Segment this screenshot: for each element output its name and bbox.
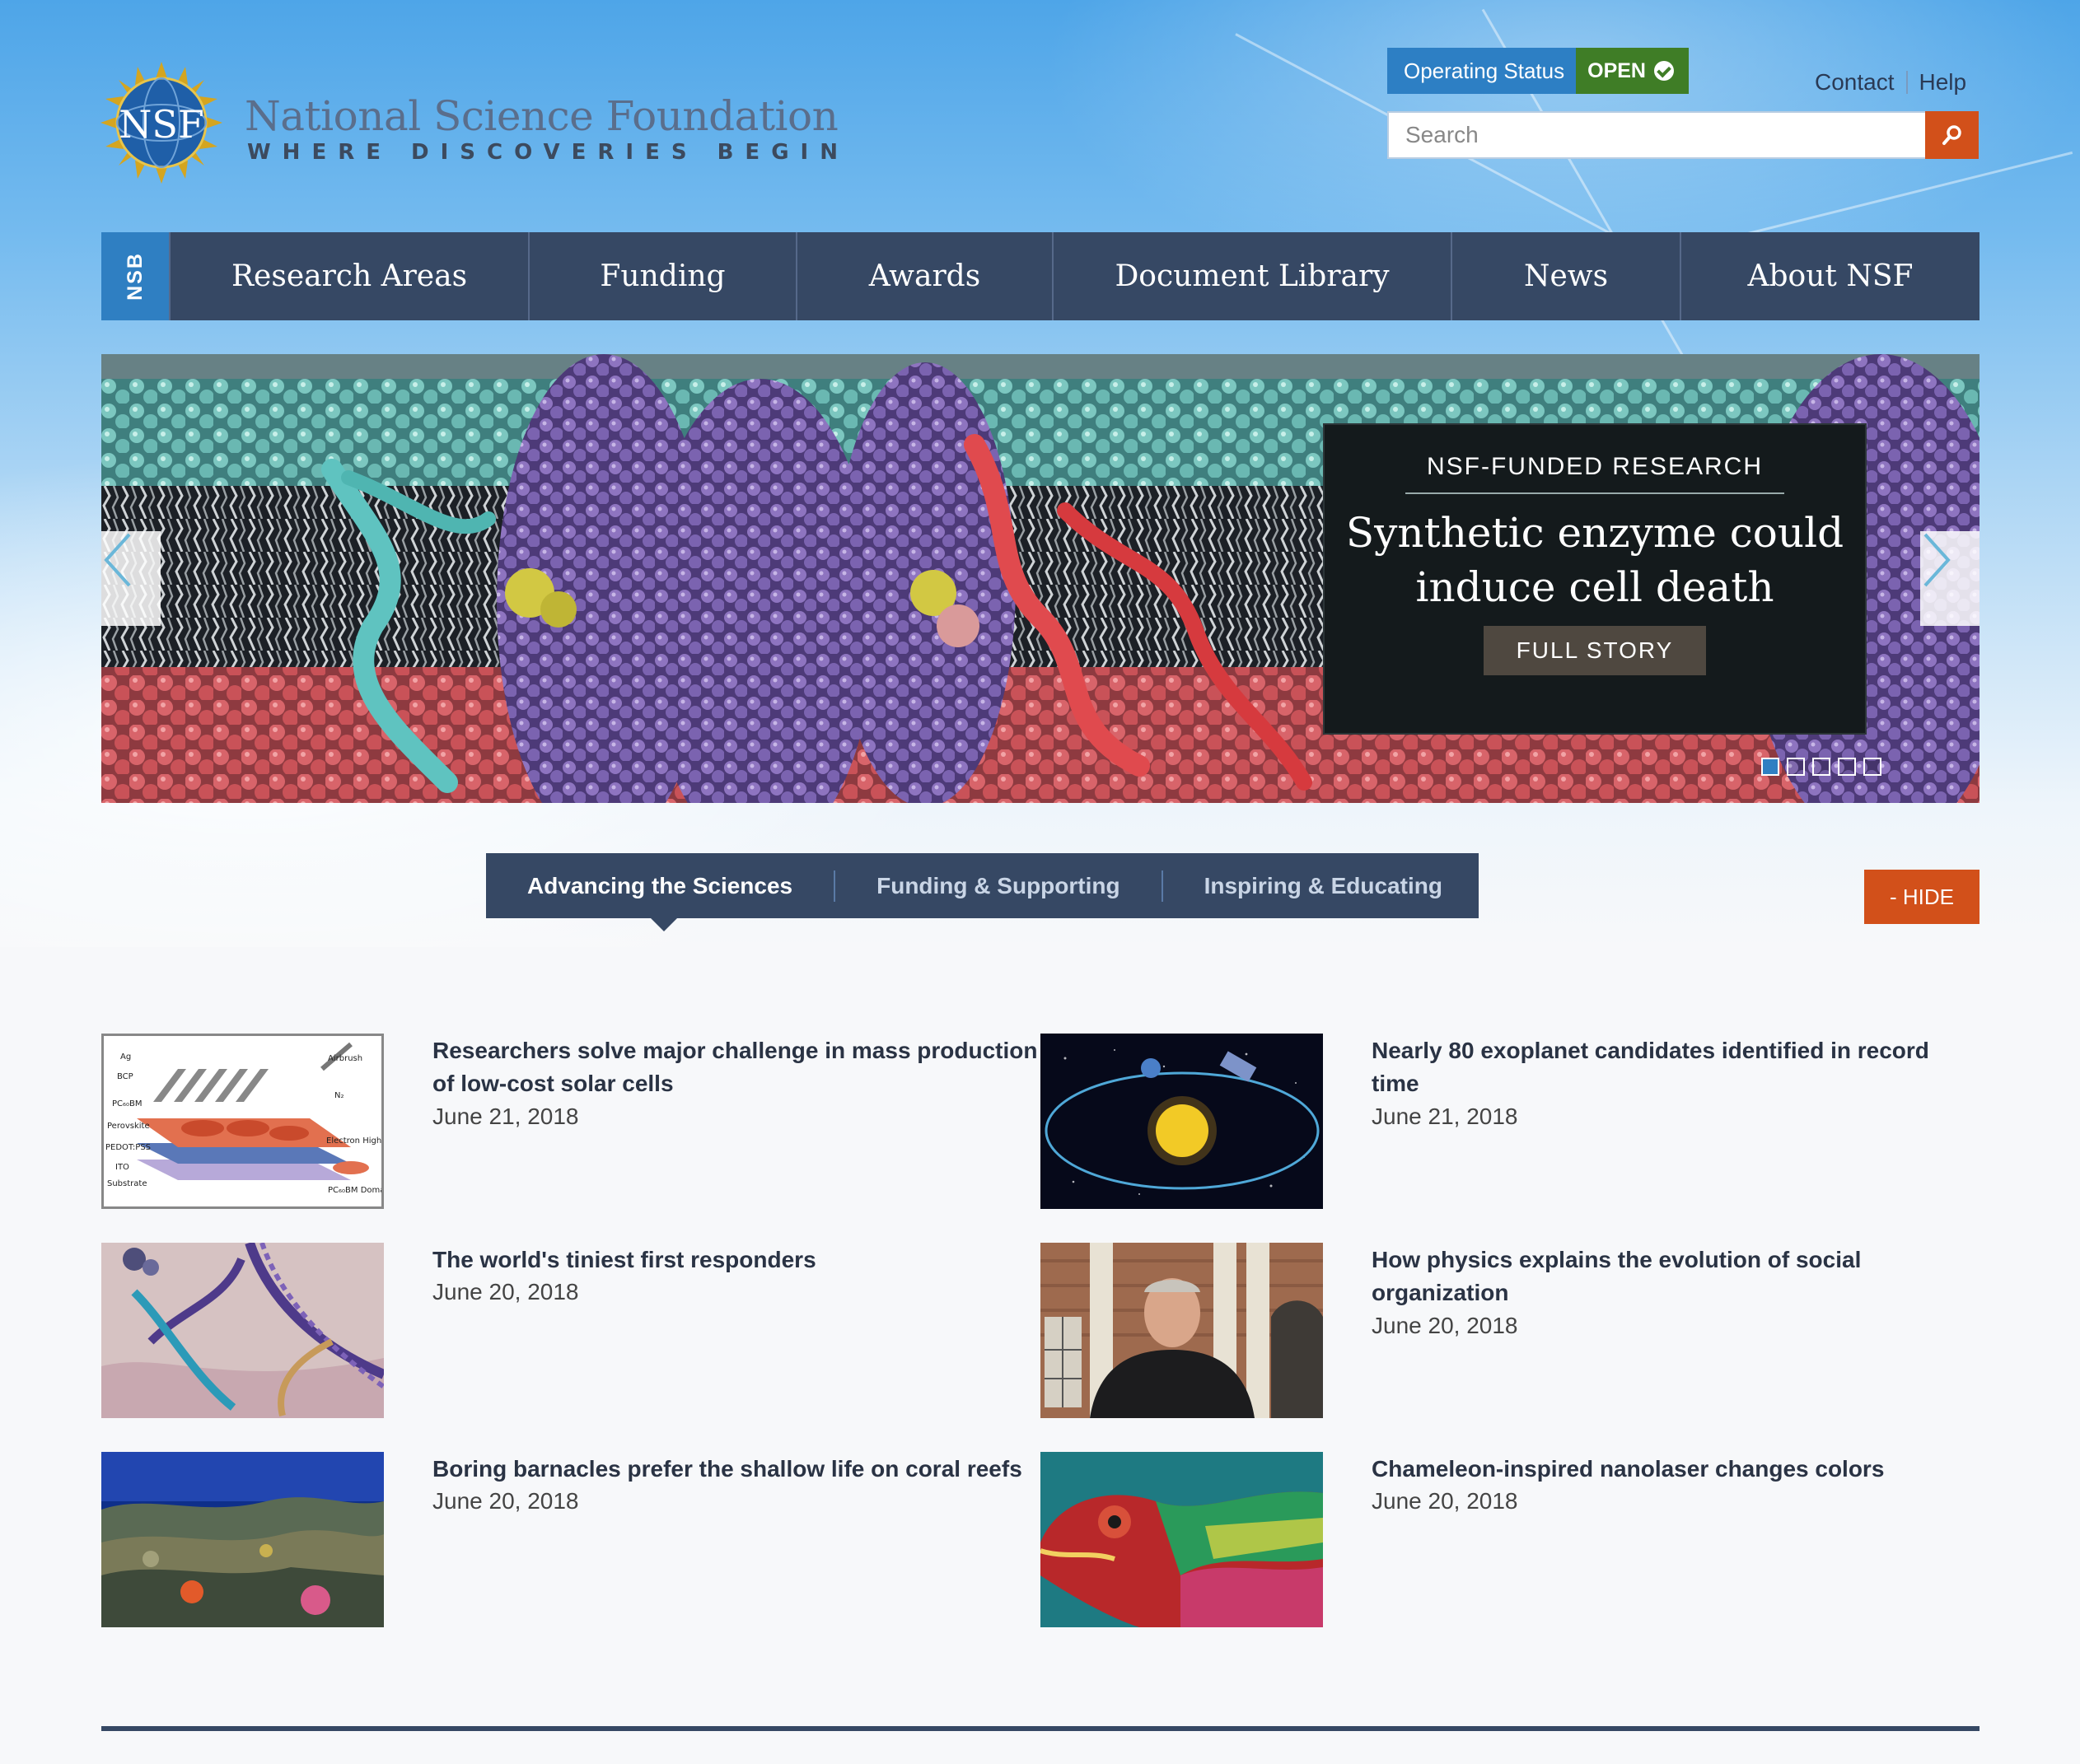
news-date: June 20, 2018 bbox=[1372, 1488, 1518, 1514]
carousel-prev-button[interactable] bbox=[101, 531, 161, 626]
chevron-right-icon bbox=[1923, 533, 1951, 587]
tab-funding-supporting[interactable]: Funding & Supporting bbox=[834, 870, 1161, 902]
svg-text:Substrate: Substrate bbox=[107, 1179, 147, 1188]
hero-carousel[interactable]: NSF-FUNDED RESEARCH Synthetic enzyme cou… bbox=[101, 354, 1980, 803]
operating-status[interactable]: Operating Status OPEN bbox=[1387, 48, 1689, 94]
news-title[interactable]: Nearly 80 exoplanet candidates identifie… bbox=[1372, 1034, 1981, 1100]
news-date: June 20, 2018 bbox=[432, 1279, 579, 1304]
svg-text:PC₆₀BM: PC₆₀BM bbox=[112, 1099, 143, 1108]
search-button[interactable] bbox=[1925, 111, 1979, 159]
svg-text:BCP: BCP bbox=[117, 1072, 133, 1081]
news-thumbnail-first-responders[interactable] bbox=[101, 1243, 384, 1418]
nav-awards[interactable]: Awards bbox=[796, 232, 1052, 320]
nav-news[interactable]: News bbox=[1451, 232, 1680, 320]
utility-links: Contact Help bbox=[1815, 69, 1966, 96]
chevron-left-icon bbox=[104, 533, 131, 587]
news-thumbnail-social-organization[interactable] bbox=[1040, 1243, 1323, 1418]
svg-text:Ag: Ag bbox=[120, 1052, 131, 1062]
news-title[interactable]: Chameleon-inspired nanolaser changes col… bbox=[1372, 1453, 1981, 1486]
news-title[interactable]: How physics explains the evolution of so… bbox=[1372, 1244, 1981, 1309]
hero-story-card: NSF-FUNDED RESEARCH Synthetic enzyme cou… bbox=[1323, 423, 1867, 735]
news-thumbnail-coral-reefs[interactable] bbox=[101, 1452, 384, 1627]
nsb-tab[interactable]: NSB bbox=[101, 232, 169, 320]
news-thumbnail-chameleon[interactable] bbox=[1040, 1452, 1323, 1627]
carousel-dot-5[interactable] bbox=[1863, 758, 1881, 776]
carousel-dot-3[interactable] bbox=[1812, 758, 1830, 776]
full-story-button[interactable]: FULL STORY bbox=[1483, 626, 1707, 675]
help-link[interactable]: Help bbox=[1919, 69, 1967, 96]
hero-kicker: NSF-FUNDED RESEARCH bbox=[1405, 453, 1784, 494]
footer-divider bbox=[101, 1726, 1980, 1731]
active-tab-pointer bbox=[651, 918, 677, 931]
news-title[interactable]: Researchers solve major challenge in mas… bbox=[432, 1034, 1042, 1100]
hero-title[interactable]: Synthetic enzyme could induce cell death bbox=[1325, 506, 1865, 614]
news-date: June 21, 2018 bbox=[432, 1104, 579, 1129]
svg-text:ITO: ITO bbox=[115, 1163, 129, 1172]
carousel-indicators bbox=[1761, 758, 1881, 776]
search-input[interactable] bbox=[1387, 111, 1979, 159]
check-circle-icon bbox=[1653, 61, 1674, 81]
svg-text:NSF: NSF bbox=[119, 102, 204, 147]
search-icon bbox=[1942, 125, 1961, 145]
main-navigation: NSB Research Areas Funding Awards Docume… bbox=[101, 232, 1980, 320]
carousel-dot-2[interactable] bbox=[1787, 758, 1805, 776]
carousel-dot-1[interactable] bbox=[1761, 758, 1779, 776]
carousel-next-button[interactable] bbox=[1920, 531, 1980, 626]
news-thumbnail-exoplanet[interactable] bbox=[1040, 1034, 1323, 1209]
tab-inspiring-educating[interactable]: Inspiring & Educating bbox=[1161, 870, 1484, 902]
news-date: June 20, 2018 bbox=[432, 1488, 579, 1514]
news-title[interactable]: The world's tiniest first responders bbox=[432, 1244, 1042, 1276]
nsb-label: NSB bbox=[123, 252, 147, 301]
news-date: June 21, 2018 bbox=[1372, 1104, 1518, 1129]
hide-button[interactable]: - HIDE bbox=[1864, 870, 1980, 924]
contact-link[interactable]: Contact bbox=[1815, 69, 1895, 96]
operating-status-value[interactable]: OPEN bbox=[1576, 48, 1689, 94]
svg-text:Airbrush: Airbrush bbox=[328, 1054, 362, 1063]
operating-status-label[interactable]: Operating Status bbox=[1387, 48, 1577, 94]
operating-status-text: OPEN bbox=[1587, 58, 1646, 82]
brand-tagline: WHERE DISCOVERIES BEGIN bbox=[247, 140, 849, 165]
link-divider bbox=[1905, 71, 1908, 94]
carousel-dot-4[interactable] bbox=[1838, 758, 1856, 776]
nav-about-nsf[interactable]: About NSF bbox=[1680, 232, 1980, 320]
news-title[interactable]: Boring barnacles prefer the shallow life… bbox=[432, 1453, 1042, 1486]
news-category-tabs: Advancing the Sciences Funding & Support… bbox=[486, 853, 1479, 918]
svg-text:PC₆₀BM Domain: PC₆₀BM Domain bbox=[328, 1186, 381, 1195]
nsf-logo[interactable]: NSF bbox=[100, 62, 222, 184]
nav-funding[interactable]: Funding bbox=[528, 232, 796, 320]
svg-text:PEDOT:PSS: PEDOT:PSS bbox=[105, 1143, 151, 1152]
news-thumbnail-solar-cells[interactable]: Ag BCP PC₆₀BM Perovskite PEDOT:PSS ITO S… bbox=[101, 1034, 384, 1209]
svg-text:Perovskite: Perovskite bbox=[107, 1122, 150, 1131]
tab-advancing-the-sciences[interactable]: Advancing the Sciences bbox=[486, 870, 834, 902]
nav-document-library[interactable]: Document Library bbox=[1052, 232, 1451, 320]
svg-text:N₂: N₂ bbox=[334, 1091, 344, 1100]
svg-text:Electron Highway: Electron Highway bbox=[326, 1136, 381, 1146]
brand-name[interactable]: National Science Foundation bbox=[245, 92, 839, 140]
nav-research-areas[interactable]: Research Areas bbox=[169, 232, 528, 320]
news-date: June 20, 2018 bbox=[1372, 1313, 1518, 1338]
